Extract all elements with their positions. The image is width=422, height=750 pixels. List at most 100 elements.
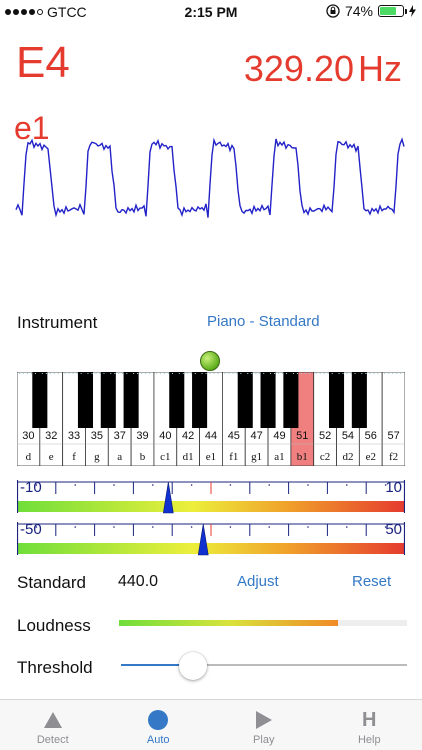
key-number-label: 40: [159, 430, 171, 442]
frequency-value: 329.20: [243, 48, 354, 89]
key-number-label: 30: [22, 430, 34, 442]
tab-detect[interactable]: Detect: [0, 700, 106, 750]
charging-bolt-icon: [409, 5, 416, 17]
key-number-label: 56: [365, 430, 377, 442]
orientation-lock-icon: [326, 4, 340, 18]
meter-minor-dot: [152, 526, 154, 528]
coarse-meter-max: 50: [385, 521, 402, 538]
black-key[interactable]: [328, 372, 345, 428]
threshold-slider-thumb[interactable]: [178, 652, 207, 680]
key-number-label: 54: [342, 430, 354, 442]
key-number-label: 37: [114, 430, 126, 442]
reset-button[interactable]: Reset: [352, 573, 391, 590]
instrument-label: Instrument: [17, 313, 98, 332]
coarse-meter-graphic: [16, 522, 406, 556]
meter-needle: [197, 523, 209, 556]
key-note-label: b1: [297, 451, 308, 463]
standard-label: Standard: [17, 573, 86, 592]
play-icon: [255, 711, 272, 729]
meter-minor-dot: [74, 484, 76, 486]
loudness-meter: [119, 620, 407, 626]
coarse-tuning-meter: -50 50: [16, 521, 406, 556]
frequency-unit: Hz: [358, 48, 402, 89]
key-note-label: d1: [183, 451, 194, 463]
key-number-label: 44: [205, 430, 217, 442]
detected-note: E4: [16, 38, 70, 87]
key-number-label: 32: [45, 430, 57, 442]
meter-minor-dot: [113, 484, 115, 486]
meter-minor-dot: [307, 484, 309, 486]
fine-tuning-meter: -10 10: [16, 479, 406, 514]
threshold-slider-track[interactable]: [121, 664, 407, 666]
key-note-label: e2: [366, 451, 376, 463]
meter-minor-dot: [113, 526, 115, 528]
battery-icon: [378, 5, 407, 17]
waveform-line: [15, 137, 405, 218]
piano-keyboard: 30 d 32 e 33 f 35 g 37 a 39 b 40 c1 42 d1 44 e1 45 f1 47 g1 49…: [17, 372, 405, 466]
meter-minor-dot: [229, 484, 232, 486]
meter-minor-dot: [229, 526, 232, 528]
pitch-indicator-ball: [200, 351, 220, 371]
meter-minor-dot: [268, 526, 270, 528]
black-key[interactable]: [192, 372, 208, 428]
key-number-label: 35: [91, 430, 103, 442]
detected-note-alt: e1: [14, 110, 50, 146]
key-note-label: a: [117, 451, 122, 463]
adjust-button[interactable]: Adjust: [237, 573, 279, 590]
black-key[interactable]: [283, 372, 299, 428]
key-number-label: 39: [136, 430, 148, 442]
tab-detect-label: Detect: [36, 734, 69, 746]
meter-minor-dot: [190, 484, 193, 486]
key-note-label: g1: [251, 451, 262, 463]
meter-minor-dot: [152, 484, 154, 486]
waveform-display: [15, 137, 405, 218]
black-key[interactable]: [32, 372, 48, 428]
key-note-label: f: [72, 451, 76, 463]
key-number-label: 45: [228, 430, 240, 442]
black-key[interactable]: [260, 372, 276, 428]
black-key[interactable]: [237, 372, 253, 428]
black-key[interactable]: [100, 372, 116, 428]
key-number-label: 52: [319, 430, 331, 442]
tab-play[interactable]: Play: [211, 700, 317, 750]
meter-gradient-bar: [17, 543, 405, 554]
battery-percent: 74%: [344, 3, 373, 19]
key-number-label: 33: [68, 430, 80, 442]
instrument-selector[interactable]: Piano - Standard: [207, 313, 320, 330]
meter-minor-dot: [74, 526, 76, 528]
threshold-label: Threshold: [17, 658, 93, 677]
tab-play-label: Play: [253, 734, 275, 746]
key-note-label: d: [26, 451, 32, 463]
tab-help[interactable]: H Help: [317, 700, 422, 750]
black-key[interactable]: [169, 372, 185, 428]
key-note-label: b: [140, 451, 146, 463]
black-key[interactable]: [77, 372, 94, 428]
key-number-label: 47: [251, 430, 263, 442]
key-number-label: 42: [182, 430, 194, 442]
key-number-label: 49: [273, 430, 285, 442]
key-note-label: e: [49, 451, 54, 463]
key-note-label: d2: [342, 451, 353, 463]
key-note-label: g: [94, 451, 100, 463]
key-note-label: c1: [160, 451, 170, 463]
loudness-fill: [119, 620, 338, 626]
fine-meter-graphic: [16, 480, 406, 514]
meter-minor-dot: [307, 526, 309, 528]
loudness-label: Loudness: [17, 616, 91, 635]
meter-gradient-bar: [17, 501, 405, 512]
black-key[interactable]: [351, 372, 367, 428]
fine-meter-min: -10: [20, 479, 42, 496]
tab-auto[interactable]: Auto: [106, 700, 212, 750]
meter-minor-dot: [190, 526, 193, 528]
status-bar: GTCC 2:15 PM 74%: [0, 0, 422, 24]
tab-help-label: Help: [357, 734, 381, 746]
help-letter-icon: H: [362, 709, 377, 731]
meter-minor-dot: [268, 484, 270, 486]
black-key[interactable]: [123, 372, 139, 428]
coarse-meter-min: -50: [20, 521, 42, 538]
key-number-label: 51: [296, 430, 308, 442]
key-note-label: f1: [229, 451, 238, 463]
key-note-label: a1: [274, 451, 284, 463]
circle-icon: [148, 710, 169, 730]
key-note-label: e1: [206, 451, 216, 463]
